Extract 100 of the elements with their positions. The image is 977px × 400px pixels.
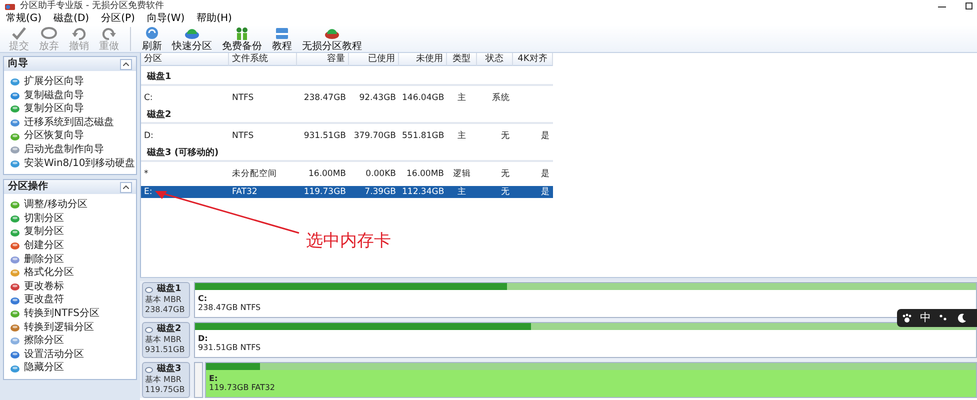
- sidebar-item[interactable]: 分区恢复向导: [4, 129, 136, 143]
- collapse-button[interactable]: [120, 58, 132, 70]
- menu-item[interactable]: 常规(G): [0, 12, 48, 25]
- partition-detail: 119.73GB FAT32: [209, 383, 276, 392]
- toolbar-button[interactable]: 快速分区: [167, 25, 217, 52]
- disk-icon: [10, 336, 20, 346]
- table-cell-text: NTFS: [231, 92, 255, 104]
- disk-icon: [10, 350, 20, 359]
- toolbar-button[interactable]: 刷新: [137, 25, 167, 52]
- sidebar-item[interactable]: 隐藏分区: [4, 361, 136, 375]
- refresh-icon: [143, 25, 161, 41]
- menu-item[interactable]: 帮助(H): [190, 12, 238, 25]
- sidebar-item[interactable]: 擦除分区: [4, 334, 136, 348]
- partition-block[interactable]: E: 119.73GB FAT32: [205, 362, 977, 398]
- sidebar-item[interactable]: 转换到逻辑分区: [4, 320, 136, 334]
- table-row[interactable]: C: NTFS 238.47GB 92.43GB 146.04GB 主 系统: [141, 92, 553, 104]
- disk-icon: [10, 90, 20, 100]
- column-header[interactable]: 分区: [141, 53, 229, 66]
- window-title: 分区助手专业版 - 无损分区免费软件: [20, 0, 164, 12]
- toolbar-button[interactable]: 教程: [267, 25, 297, 52]
- sidebar-item[interactable]: 复制磁盘向导: [4, 88, 136, 102]
- table-cell-text: 0.00KB: [364, 168, 397, 180]
- column-header[interactable]: 类型: [447, 53, 477, 66]
- table-cell-text: 379.70GB: [352, 130, 397, 142]
- disk-card[interactable]: 磁盘3 基本 MBR 119.75GB: [142, 362, 190, 398]
- table-cell-text: 7.39GB: [364, 186, 397, 198]
- disk-icon: [145, 286, 153, 292]
- column-header[interactable]: 已使用: [349, 53, 399, 66]
- table-cell-text: 未分配空间: [231, 168, 278, 180]
- disk-icon: [10, 118, 20, 128]
- annotation-text: 选中内存卡: [306, 231, 391, 251]
- sidebar-item[interactable]: 复制分区向导: [4, 102, 136, 116]
- disk-card[interactable]: 磁盘1 基本 MBR 238.47GB: [142, 282, 190, 318]
- table-cell-text: 是: [540, 186, 551, 198]
- table-row[interactable]: * 未分配空间 16.00MB 0.00KB 16.00MB 逻辑 无 是: [141, 168, 553, 180]
- sidebar-item[interactable]: 安装Win8/10到移动硬盘: [4, 156, 136, 170]
- table-row[interactable]: E: FAT32 119.73GB 7.39GB 112.34GB 主 无 是: [141, 186, 553, 198]
- table-cell-text: 112.34GB: [401, 186, 446, 198]
- disk-size: 119.75GB: [145, 385, 186, 395]
- table-row[interactable]: D: NTFS 931.51GB 379.70GB 551.81GB 主 无 是: [141, 130, 553, 142]
- disk-icon: [10, 296, 20, 305]
- column-header[interactable]: 文件系统: [229, 53, 297, 66]
- table-cell-text: 主: [456, 130, 468, 142]
- disk-type: 基本 MBR: [145, 295, 182, 305]
- sidebar-item[interactable]: 设置活动分区: [4, 348, 136, 362]
- disk-group-title: 磁盘2: [141, 104, 553, 124]
- toolbar-button[interactable]: 无损分区教程: [297, 25, 367, 52]
- toolbar-button[interactable]: 免费备份: [217, 25, 267, 52]
- table-cell-text: 16.00MB: [406, 168, 445, 180]
- sidebar-item[interactable]: 更改盘符: [4, 293, 136, 307]
- column-header[interactable]: 未使用: [399, 53, 447, 66]
- collapse-button[interactable]: [120, 182, 132, 193]
- table-cell-text: 系统: [491, 92, 511, 104]
- disk-icon: [10, 104, 20, 114]
- sidebar-item[interactable]: 扩展分区向导: [4, 75, 136, 89]
- panel-title: 向导: [8, 57, 28, 71]
- sidebar-item[interactable]: 转换到NTFS分区: [4, 306, 136, 320]
- redo-icon: [100, 25, 118, 41]
- menu-item[interactable]: 向导(W): [140, 12, 191, 25]
- paw-icon[interactable]: [902, 313, 912, 323]
- sidebar-item[interactable]: 更改卷标: [4, 280, 136, 294]
- disk-card[interactable]: 磁盘2 基本 MBR 931.51GB: [142, 322, 190, 358]
- sidebar-item[interactable]: 切割分区: [4, 212, 136, 226]
- disk-icon: [10, 364, 20, 373]
- sidebar-item[interactable]: 调整/移动分区: [4, 198, 136, 212]
- sidebar-item[interactable]: 启动光盘制作向导: [4, 142, 136, 157]
- sidebar-item[interactable]: 创建分区: [4, 238, 136, 253]
- disk-icon: [145, 366, 153, 372]
- column-header[interactable]: 容量: [297, 53, 349, 66]
- partition-detail: 931.51GB NTFS: [198, 343, 262, 352]
- table-cell-text: D:: [143, 130, 154, 142]
- disk-icon: [10, 200, 20, 210]
- disk-icon: [10, 158, 20, 168]
- disk-size: 931.51GB: [145, 345, 186, 355]
- column-header[interactable]: 4K对齐: [513, 53, 553, 66]
- sidebar-item[interactable]: 迁移系统到固态磁盘: [4, 116, 136, 130]
- disk-icon: [145, 326, 153, 332]
- maximize-icon[interactable]: [965, 1, 973, 11]
- table-cell-text: C:: [143, 92, 154, 104]
- partition-block[interactable]: D: 931.51GB NTFS: [194, 322, 977, 358]
- moon-icon[interactable]: [957, 313, 967, 323]
- table-cell-text: 主: [456, 92, 468, 104]
- sidebar-item[interactable]: 删除分区: [4, 252, 136, 266]
- table-cell-text: 无: [500, 130, 511, 142]
- sidebar-item[interactable]: 格式化分区: [4, 266, 136, 280]
- table-cell-text: 146.04GB: [401, 92, 446, 104]
- menu-item[interactable]: 磁盘(D): [48, 12, 96, 25]
- table-cell-text: 551.81GB: [401, 130, 446, 142]
- sidebar-item[interactable]: 复制分区: [4, 225, 136, 239]
- app-icon: [4, 2, 16, 10]
- disk-icon: [10, 282, 20, 292]
- disk-size: 238.47GB: [145, 305, 186, 315]
- table-cell-text: 是: [540, 168, 551, 180]
- column-header[interactable]: 状态: [477, 53, 513, 66]
- disk-icon: [10, 241, 20, 250]
- undo-icon: [70, 25, 88, 41]
- dots-icon[interactable]: [939, 313, 949, 323]
- menu-item[interactable]: 分区(P): [95, 12, 141, 25]
- table-cell-text: *: [143, 168, 150, 180]
- table-cell-text: 逻辑: [452, 168, 472, 180]
